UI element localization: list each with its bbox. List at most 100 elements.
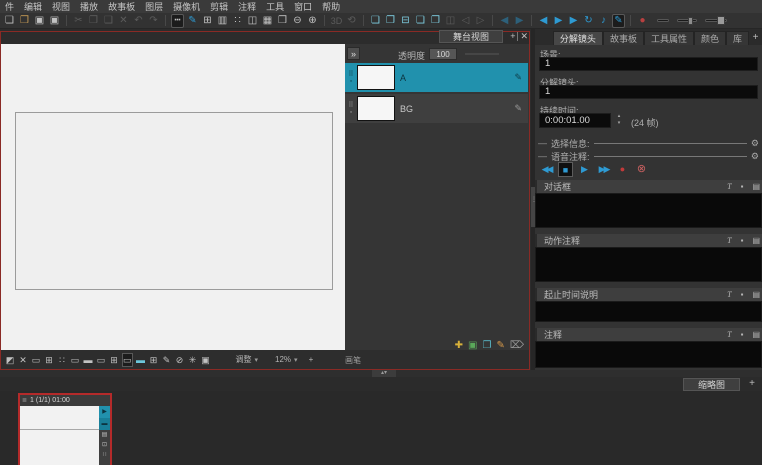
delete-panel-icon[interactable]: ⊟: [399, 14, 412, 28]
delete-recording-button[interactable]: ⊗: [634, 162, 649, 177]
eraser-size-icon[interactable]: ●: [636, 14, 649, 28]
caption-text-slugging[interactable]: [535, 301, 762, 322]
panel-options-icon[interactable]: ▬: [99, 418, 110, 430]
spin-down-icon[interactable]: ▾: [615, 120, 623, 127]
save-icon[interactable]: ▣: [33, 14, 46, 28]
add-panel-view-icon[interactable]: ◫: [246, 14, 259, 28]
text-format-icon[interactable]: T: [727, 290, 731, 299]
stop-button[interactable]: ■: [558, 162, 573, 177]
chevron-down-icon[interactable]: ▾: [294, 356, 298, 364]
caption-menu-icon[interactable]: ▤: [752, 182, 760, 191]
menu-help[interactable]: 帮助: [317, 0, 345, 13]
add-tab-icon[interactable]: +: [749, 378, 755, 389]
collapse-indicator-icon[interactable]: —: [538, 138, 547, 148]
tab-stage-view[interactable]: 舞台视图: [439, 30, 503, 43]
tab-tool-properties[interactable]: 工具属性: [644, 31, 694, 45]
close-view-icon[interactable]: ✕: [520, 30, 528, 43]
menu-captions[interactable]: 注释: [233, 0, 261, 13]
expand-caption-icon[interactable]: ▪: [741, 236, 744, 245]
overlay-icon[interactable]: ▬: [136, 354, 146, 366]
frame-view-icon[interactable]: ▭: [96, 354, 106, 366]
layer-row-a[interactable]: ⠿▫ A ✎: [345, 63, 528, 92]
layers-list-icon[interactable]: ▤: [99, 430, 110, 440]
tab-colour[interactable]: 颜色: [694, 31, 726, 45]
3d-toggle-icon[interactable]: 3D: [330, 14, 343, 28]
duration-stepper[interactable]: ▴ ▾: [615, 113, 623, 128]
layer-drag-handle-icon[interactable]: ⠿▫: [345, 71, 357, 85]
zoom-plus-button[interactable]: +: [309, 355, 314, 364]
3d-orbit-icon[interactable]: ⟲: [345, 14, 358, 28]
opacity-slider[interactable]: [465, 53, 499, 55]
lock-icon[interactable]: ▣: [201, 354, 211, 366]
duplicate-panel-icon[interactable]: ❐: [384, 14, 397, 28]
text-format-icon[interactable]: T: [727, 330, 731, 339]
more-info-icon[interactable]: ∷: [99, 450, 110, 460]
new-panel-icon[interactable]: ❏: [369, 14, 382, 28]
cut-icon[interactable]: ✂: [72, 14, 85, 28]
menu-view[interactable]: 视图: [47, 0, 75, 13]
zoom-in-icon[interactable]: ⊕: [306, 14, 319, 28]
expand-caption-icon[interactable]: ▪: [741, 182, 744, 191]
collapse-layers-icon[interactable]: »: [347, 47, 360, 60]
play-panel-icon[interactable]: ▶: [99, 406, 110, 418]
effects-icon[interactable]: ✳: [188, 354, 198, 366]
pencil-icon[interactable]: ✎: [162, 354, 172, 366]
zoom-out-icon[interactable]: ⊖: [291, 14, 304, 28]
menu-storyboard[interactable]: 故事板: [103, 0, 140, 13]
stage-canvas[interactable]: [1, 44, 345, 350]
caption-menu-icon[interactable]: ▤: [752, 236, 760, 245]
add-frame-icon[interactable]: ⊞: [149, 354, 159, 366]
feather-slider[interactable]: [677, 19, 697, 22]
import-panel-icon[interactable]: ❐: [429, 14, 442, 28]
caption-menu-icon[interactable]: ▤: [752, 330, 760, 339]
fast-forward-button[interactable]: ▶▶: [596, 162, 611, 177]
new-scene-icon[interactable]: ❏: [414, 14, 427, 28]
undo-icon[interactable]: ↶: [132, 14, 145, 28]
delete-icon[interactable]: ✕: [117, 14, 130, 28]
jump-first-icon[interactable]: ◀: [498, 14, 511, 28]
tab-panel-breakdown[interactable]: 分解镜头: [553, 31, 603, 45]
menu-clips[interactable]: 剪辑: [205, 0, 233, 13]
opacity-field[interactable]: 100: [429, 48, 457, 60]
redo-icon[interactable]: ↷: [147, 14, 160, 28]
thumbnails-view-icon[interactable]: ┅: [171, 14, 184, 28]
camera-mask-icon[interactable]: ▭: [122, 353, 133, 367]
zoom-level-dropdown[interactable]: 12%: [275, 355, 291, 364]
menu-edit[interactable]: 编辑: [19, 0, 47, 13]
split-panel-icon[interactable]: ◫: [444, 14, 457, 28]
menu-window[interactable]: 窗口: [289, 0, 317, 13]
expand-caption-icon[interactable]: ▪: [741, 290, 744, 299]
add-tab-icon[interactable]: +: [749, 31, 762, 45]
copy-icon[interactable]: ❐: [87, 14, 100, 28]
menu-tools[interactable]: 工具: [261, 0, 289, 13]
horizontal-splitter[interactable]: ▴▾: [0, 370, 762, 377]
record-button[interactable]: ●: [615, 162, 630, 177]
text-format-icon[interactable]: T: [727, 182, 731, 191]
fill-view-icon[interactable]: ▬: [83, 354, 93, 366]
thumbnail-card[interactable]: ≣ 1 (1/1) 01:00 ▶ ▬ ▤ ⊡ ∷: [18, 393, 112, 465]
duration-field[interactable]: 0:00:01.00: [539, 113, 611, 128]
gear-icon[interactable]: ⚙: [751, 138, 759, 149]
grid2-icon[interactable]: ⊞: [109, 354, 119, 366]
layer-row-bg[interactable]: ⠿▫ BG ✎: [345, 94, 528, 123]
grid-view-icon[interactable]: ⊞: [201, 14, 214, 28]
sound-icon[interactable]: ♪: [597, 14, 610, 28]
menu-layer[interactable]: 图层: [140, 0, 168, 13]
no-render-icon[interactable]: ⊘: [175, 354, 185, 366]
open-project-icon[interactable]: ❒: [18, 14, 31, 28]
jump-last-icon[interactable]: ▶: [513, 14, 526, 28]
next-break-icon[interactable]: ▷: [474, 14, 487, 28]
view-mode-dropdown[interactable]: 调整: [236, 354, 252, 365]
layer-solo-icon[interactable]: ◩: [5, 354, 15, 366]
menu-play[interactable]: 播放: [75, 0, 103, 13]
add-view-icon[interactable]: +: [510, 30, 515, 43]
splitter-handle-icon[interactable]: ▴▾: [372, 370, 396, 377]
list-view-icon[interactable]: ∷: [231, 14, 244, 28]
prev-break-icon[interactable]: ◁: [459, 14, 472, 28]
sound-scrub-icon[interactable]: ✎: [612, 14, 625, 28]
pen-size-slider[interactable]: [657, 19, 669, 22]
expand-caption-icon[interactable]: ▪: [741, 330, 744, 339]
clear-icon[interactable]: ✕: [18, 354, 28, 366]
dots-icon[interactable]: ∷: [57, 354, 67, 366]
tab-library[interactable]: 库: [726, 31, 749, 45]
